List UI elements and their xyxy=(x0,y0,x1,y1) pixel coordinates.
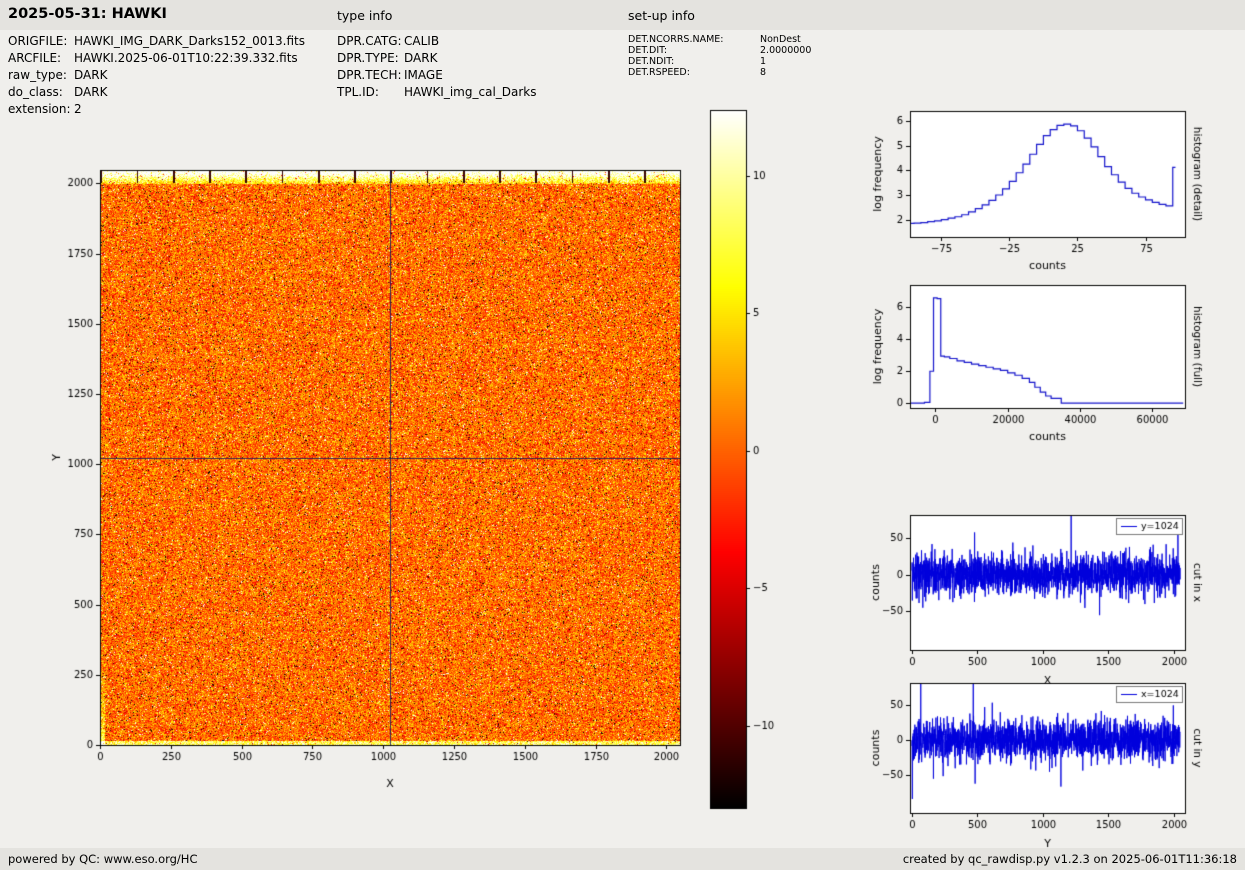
file-info-row: extension: 2 xyxy=(8,101,305,118)
setup-info-row: DET.NCORRS.NAME: NonDest xyxy=(628,34,811,45)
field-value: 1 xyxy=(760,56,767,67)
file-info-row: ARCFILE: HAWKI.2025-06-01T10:22:39.332.fi… xyxy=(8,50,305,67)
file-info-row: do_class: DARK xyxy=(8,84,305,101)
field-label: extension: xyxy=(8,102,71,116)
field-value: DARK xyxy=(404,51,438,65)
field-value: DARK xyxy=(74,85,108,99)
field-value: HAWKI_IMG_DARK_Darks152_0013.fits xyxy=(74,34,305,48)
field-value: 2 xyxy=(74,102,82,116)
setup-info-block: DET.NCORRS.NAME: NonDest DET.DIT: 2.000000… xyxy=(628,34,811,78)
field-label: do_class: xyxy=(8,85,63,99)
type-info-row: DPR.CATG: CALIB xyxy=(337,33,537,50)
field-value: CALIB xyxy=(404,34,440,48)
type-info-row: DPR.TYPE: DARK xyxy=(337,50,537,67)
header-bar: 2025-05-31: HAWKI type info set-up info xyxy=(0,0,1245,30)
field-value: NonDest xyxy=(760,34,801,45)
field-label: DPR.TECH: xyxy=(337,68,402,82)
file-info-row: raw_type: DARK xyxy=(8,67,305,84)
field-label: raw_type: xyxy=(8,68,67,82)
field-value: IMAGE xyxy=(404,68,443,82)
footer-powered-by: powered by QC: www.eso.org/HC xyxy=(8,852,198,866)
type-info-heading: type info xyxy=(337,8,393,23)
field-value: 8 xyxy=(760,67,767,78)
setup-info-row: DET.RSPEED: 8 xyxy=(628,67,811,78)
cut-in-x-plot xyxy=(850,495,1230,691)
field-label: ARCFILE: xyxy=(8,51,62,65)
file-info-block: ORIGFILE: HAWKI_IMG_DARK_Darks152_0013.fi… xyxy=(8,33,305,118)
footer-bar: powered by QC: www.eso.org/HC created by… xyxy=(0,848,1245,870)
footer-created-by: created by qc_rawdisp.py v1.2.3 on 2025-… xyxy=(902,852,1237,866)
histogram-detail-plot xyxy=(850,95,1230,275)
field-label: DET.NDIT: xyxy=(628,56,675,67)
setup-info-row: DET.DIT: 2.0000000 xyxy=(628,45,811,56)
cut-in-y-plot xyxy=(850,663,1230,853)
type-info-block: DPR.CATG: CALIB DPR.TYPE: DARK DPR.TECH: IM… xyxy=(337,33,537,101)
colorbar xyxy=(700,100,810,815)
page-title: 2025-05-31: HAWKI xyxy=(8,6,167,22)
type-info-row: DPR.TECH: IMAGE xyxy=(337,67,537,84)
field-label: DET.DIT: xyxy=(628,45,668,56)
setup-info-row: DET.NDIT: 1 xyxy=(628,56,811,67)
field-label: DPR.CATG: xyxy=(337,34,402,48)
type-info-row: TPL.ID: HAWKI_img_cal_Darks xyxy=(337,84,537,101)
field-label: TPL.ID: xyxy=(337,85,379,99)
field-label: DET.NCORRS.NAME: xyxy=(628,34,724,45)
field-value: HAWKI.2025-06-01T10:22:39.332.fits xyxy=(74,51,298,65)
field-label: DET.RSPEED: xyxy=(628,67,690,78)
field-value: 2.0000000 xyxy=(760,45,812,56)
file-info-row: ORIGFILE: HAWKI_IMG_DARK_Darks152_0013.fi… xyxy=(8,33,305,50)
field-label: ORIGFILE: xyxy=(8,34,68,48)
field-value: DARK xyxy=(74,68,108,82)
field-label: DPR.TYPE: xyxy=(337,51,399,65)
main-image-plot xyxy=(30,100,700,800)
histogram-full-plot xyxy=(850,270,1230,450)
setup-info-heading: set-up info xyxy=(628,8,695,23)
field-value: HAWKI_img_cal_Darks xyxy=(404,85,537,99)
